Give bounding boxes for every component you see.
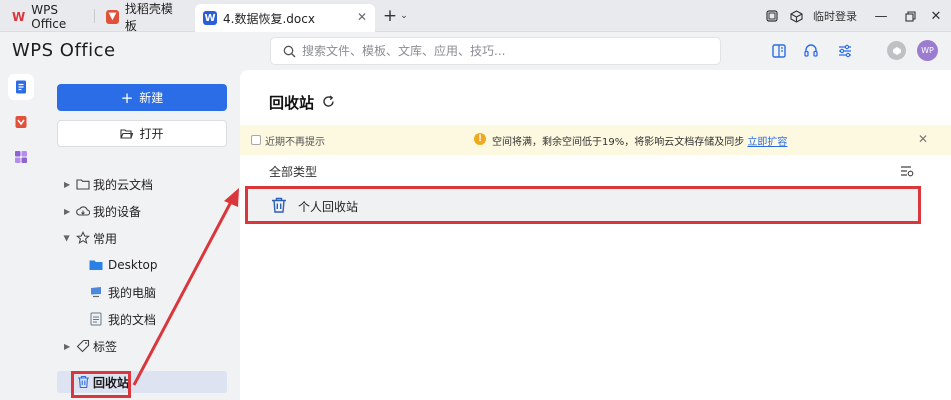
search-icon xyxy=(283,45,296,57)
wps-office-logo: WPS Office xyxy=(12,40,116,61)
restore-button[interactable] xyxy=(903,6,917,26)
page-title: 回收站 xyxy=(269,94,315,112)
sidebar-item-my-documents[interactable]: 我的文档 xyxy=(42,308,240,330)
tab-wps-office[interactable]: W WPS Office xyxy=(4,3,90,31)
rail-apps[interactable] xyxy=(8,144,34,170)
apps-grid-icon xyxy=(15,151,27,163)
close-tab-icon[interactable]: ✕ xyxy=(357,10,367,24)
wps-logo-icon: W xyxy=(12,9,26,24)
search-input[interactable] xyxy=(302,44,682,58)
open-button[interactable]: 打开 xyxy=(57,120,227,147)
list-item-label: 个人回收站 xyxy=(298,200,359,214)
tab-list-chevron-icon[interactable]: ⌄ xyxy=(398,6,410,26)
close-window-button[interactable]: ✕ xyxy=(929,6,943,26)
word-doc-icon: W xyxy=(203,11,217,25)
main-panel: 回收站 近期不再提示 ! 空间将满，剩余空间低于19%，将影响云文档存储及同步 … xyxy=(240,70,951,400)
tab-docer-templates[interactable]: ▼ 找稻壳模板 xyxy=(98,2,188,33)
dont-remind-label[interactable]: 近期不再提示 xyxy=(265,133,325,148)
docer-rail-icon xyxy=(15,116,27,128)
refresh-icon[interactable] xyxy=(322,94,335,111)
storage-notice-bar: 近期不再提示 ! 空间将满，剩余空间低于19%，将影响云文档存储及同步 立即扩容… xyxy=(240,125,951,155)
user-avatar[interactable]: WP xyxy=(917,40,938,61)
plus-icon: + xyxy=(120,88,134,107)
sidebar-item-tags[interactable]: ▶ 标签 xyxy=(42,335,240,357)
folder-icon xyxy=(89,258,103,272)
new-button[interactable]: + 新建 xyxy=(57,84,227,111)
dont-remind-checkbox[interactable] xyxy=(251,135,261,145)
expand-arrow-icon[interactable]: ▶ xyxy=(64,207,70,216)
guest-avatar-icon[interactable] xyxy=(887,41,906,60)
documents-icon xyxy=(89,312,103,326)
filter-settings-icon[interactable] xyxy=(900,164,914,178)
sidebar-item-my-devices[interactable]: ▶ 我的设备 xyxy=(42,200,240,222)
rail-documents[interactable] xyxy=(8,74,34,100)
document-icon xyxy=(16,80,26,94)
expand-arrow-icon[interactable]: ▶ xyxy=(64,180,70,189)
docer-icon: ▼ xyxy=(106,9,119,24)
computer-icon xyxy=(89,285,103,299)
notice-message: 空间将满，剩余空间低于19%，将影响云文档存储及同步 立即扩容 xyxy=(492,137,788,148)
device-cloud-icon xyxy=(76,204,90,218)
sidebar-item-frequent[interactable]: ▶ 常用 xyxy=(42,227,240,249)
new-tab-button[interactable]: + xyxy=(382,6,398,26)
temp-login-button[interactable]: 临时登录 xyxy=(812,6,858,26)
folder-open-icon xyxy=(120,128,134,139)
headset-icon[interactable] xyxy=(801,41,821,61)
rail-docer[interactable] xyxy=(8,109,34,135)
settings-sliders-icon[interactable] xyxy=(835,41,855,61)
cube-icon[interactable] xyxy=(789,6,803,26)
sidebar-item-cloud-docs[interactable]: ▶ 我的云文档 xyxy=(42,173,240,195)
sidebar-item-my-computer[interactable]: 我的电脑 xyxy=(42,281,240,303)
annotation-highlight-box xyxy=(71,371,131,398)
search-box[interactable] xyxy=(270,37,721,65)
sidebar-item-desktop[interactable]: Desktop xyxy=(42,254,240,276)
collapse-arrow-icon[interactable]: ▶ xyxy=(63,235,72,241)
sidebar: + 新建 打开 ▶ 我的云文档 ▶ 我的设备 ▶ 常用 Desktop 我的电脑… xyxy=(42,70,240,400)
expand-arrow-icon[interactable]: ▶ xyxy=(64,342,70,351)
reading-mode-icon[interactable] xyxy=(769,41,789,61)
type-filter-label[interactable]: 全部类型 xyxy=(269,163,317,180)
list-item[interactable]: 个人回收站 xyxy=(245,186,921,224)
tab-bar: W WPS Office ▼ 找稻壳模板 W 4.数据恢复.docx ✕ + ⌄… xyxy=(0,0,951,33)
cloud-folder-icon xyxy=(76,177,90,191)
close-notice-icon[interactable]: ✕ xyxy=(918,132,928,146)
minimize-button[interactable]: — xyxy=(874,6,888,26)
warning-icon: ! xyxy=(474,133,486,145)
window-layout-icon[interactable] xyxy=(765,6,779,26)
app-header: WPS Office WP xyxy=(0,32,951,70)
tag-icon xyxy=(76,339,90,353)
expand-storage-link[interactable]: 立即扩容 xyxy=(747,137,787,148)
title-row: 回收站 xyxy=(269,92,335,113)
tab-data-recovery-doc[interactable]: W 4.数据恢复.docx ✕ xyxy=(195,4,375,32)
left-rail xyxy=(0,70,42,400)
star-icon xyxy=(76,231,90,245)
trash-icon xyxy=(272,197,286,213)
